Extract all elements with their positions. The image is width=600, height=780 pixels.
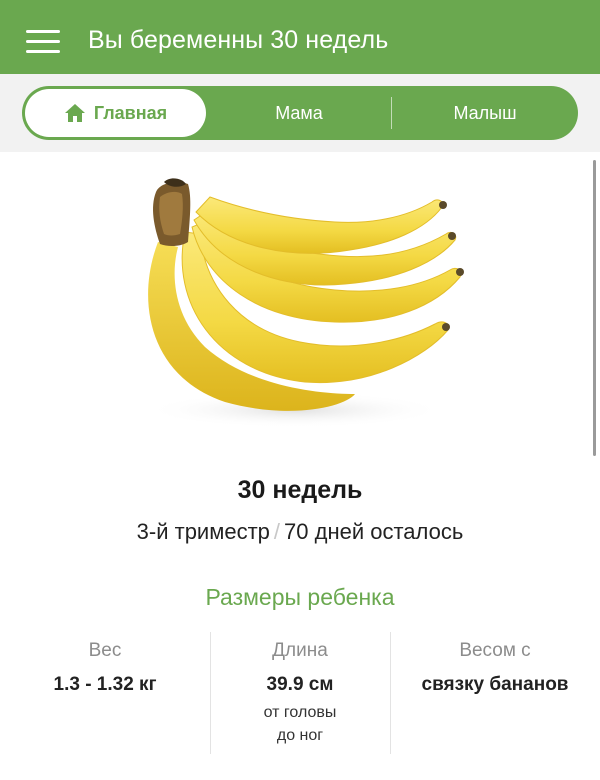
home-icon: [64, 104, 85, 122]
trimester-label: 3-й триместр: [136, 519, 270, 544]
week-title: 30 недель: [237, 476, 363, 504]
tab-mama[interactable]: Мама: [206, 86, 392, 140]
days-left-label: 70 дней осталось: [284, 519, 464, 544]
separator: /: [273, 519, 281, 544]
tab-bar: Главная Мама Малыш: [0, 74, 600, 152]
stat-comparison: Весом с связку бананов: [390, 630, 600, 696]
stat-length-note-2: до ног: [276, 727, 324, 744]
tab-baby-label: Малыш: [453, 102, 517, 123]
page-title: Вы беременны 30 недель: [88, 26, 389, 54]
stat-weight: Вес 1.3 - 1.32 кг: [10, 630, 200, 696]
stat-weight-label: Вес: [88, 640, 122, 661]
banana-bunch-image: [145, 178, 464, 428]
stat-comparison-label: Весом с: [459, 640, 531, 661]
stat-length-note-1: от головы: [263, 704, 337, 721]
stat-length-value: 39.9 см: [266, 674, 334, 695]
tab-baby[interactable]: Малыш: [392, 86, 578, 140]
tab-mama-label: Мама: [275, 102, 323, 123]
baby-sizes-heading: Размеры ребенка: [205, 584, 395, 610]
stat-weight-value: 1.3 - 1.32 кг: [53, 674, 157, 695]
scrollbar[interactable]: [593, 160, 596, 456]
stat-length: Длина 39.9 см от головы до ног: [210, 630, 390, 747]
hamburger-menu-icon[interactable]: [26, 30, 60, 54]
segmented-control: Главная Мама Малыш: [22, 86, 578, 140]
app-bar: Вы беременны 30 недель: [0, 0, 600, 74]
tab-home-label: Главная: [93, 102, 168, 123]
tab-home[interactable]: Главная: [25, 89, 206, 137]
baby-stats: Вес 1.3 - 1.32 кг Длина 39.9 см от голов…: [0, 630, 600, 760]
stat-comparison-value: связку бананов: [421, 674, 569, 695]
trimester-info: 3-й триместр/70 дней осталось: [0, 519, 600, 545]
stat-length-label: Длина: [272, 640, 328, 661]
